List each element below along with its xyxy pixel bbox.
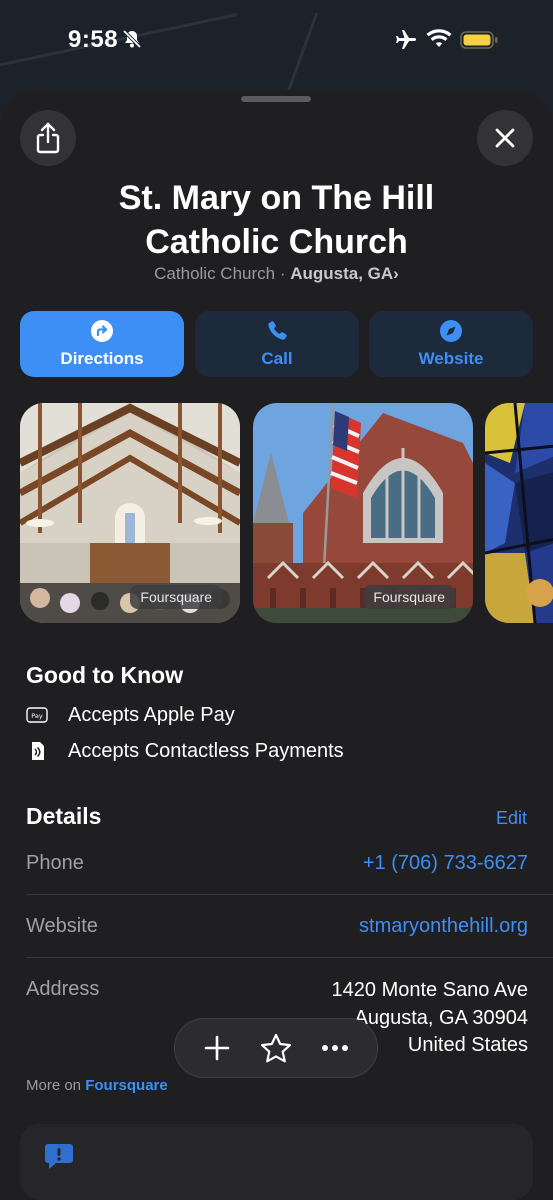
- photo-church-interior[interactable]: Foursquare: [20, 403, 240, 623]
- feedback-icon: [45, 1144, 73, 1169]
- website-link[interactable]: stmaryonthehill.org: [359, 915, 528, 938]
- favorite-button[interactable]: [258, 1030, 294, 1066]
- chevron-right-icon: ›: [393, 264, 399, 283]
- star-icon: [260, 1033, 292, 1063]
- website-row-label: Website: [26, 915, 98, 937]
- address-line1: 1420 Monte Sano Ave: [331, 979, 528, 1001]
- sheet-grabber[interactable]: [241, 96, 311, 102]
- status-time: 9:58: [68, 26, 119, 53]
- plus-icon: [204, 1035, 229, 1061]
- website-button[interactable]: Website: [369, 311, 533, 377]
- good-to-know-label: Accepts Contactless Payments: [68, 739, 344, 762]
- apple-pay-icon: Pay: [26, 704, 48, 726]
- phone-link[interactable]: +1 (706) 733-6627: [363, 852, 528, 875]
- good-to-know-item: Pay Accepts Apple Pay: [26, 702, 235, 728]
- airplane-icon: [396, 30, 416, 49]
- more-on-foursquare-link[interactable]: Foursquare: [85, 1077, 168, 1094]
- share-button[interactable]: [20, 110, 76, 166]
- bell-slash-icon: [122, 29, 142, 49]
- place-title: St. Mary on The Hill Catholic Church: [0, 176, 553, 264]
- more-on-prefix: More on: [26, 1077, 86, 1094]
- call-button[interactable]: Call: [195, 311, 359, 377]
- contactless-icon: [26, 740, 48, 762]
- place-location-link[interactable]: Augusta, GA›: [290, 264, 399, 283]
- place-category: Catholic Church: [154, 264, 276, 283]
- place-title-line2: Catholic Church: [145, 223, 408, 261]
- more-on-source: More on Foursquare: [26, 1077, 168, 1094]
- floating-toolbar: [174, 1018, 378, 1078]
- directions-button[interactable]: Directions: [20, 311, 184, 377]
- photo-church-exterior[interactable]: Foursquare: [253, 403, 473, 623]
- photo-stained-glass[interactable]: [485, 403, 553, 623]
- good-to-know-title: Good to Know: [26, 662, 184, 688]
- action-buttons: Directions Call Website: [20, 311, 533, 377]
- wifi-icon: [426, 29, 452, 47]
- phone-label: Phone: [26, 852, 84, 874]
- svg-text:Pay: Pay: [31, 712, 43, 720]
- divider: [26, 957, 553, 958]
- photo-source-badge: Foursquare: [130, 585, 222, 609]
- status-bar: 9:58: [0, 0, 553, 84]
- battery-icon: [460, 31, 498, 49]
- place-location: Augusta, GA: [290, 264, 394, 283]
- close-icon: [495, 128, 515, 148]
- photo-source-badge: Foursquare: [363, 585, 455, 609]
- address-label: Address: [26, 978, 100, 1000]
- divider: [26, 894, 553, 895]
- call-label: Call: [261, 349, 293, 368]
- place-subtitle: Catholic Church · Augusta, GA›: [0, 264, 553, 284]
- phone-icon: [268, 321, 287, 340]
- subtitle-separator: ·: [275, 264, 291, 283]
- good-to-know-label: Accepts Apple Pay: [68, 703, 235, 726]
- details-title: Details: [26, 803, 102, 829]
- edit-details-button[interactable]: Edit: [496, 808, 527, 829]
- share-icon: [36, 122, 60, 154]
- report-issue-card[interactable]: [20, 1124, 533, 1200]
- good-to-know-item: Accepts Contactless Payments: [26, 738, 344, 764]
- website-label: Website: [418, 349, 484, 368]
- directions-label: Directions: [60, 349, 144, 368]
- more-button[interactable]: [317, 1030, 353, 1066]
- compass-icon: [440, 320, 462, 342]
- add-button[interactable]: [199, 1030, 235, 1066]
- directions-icon: [91, 320, 113, 342]
- stained-glass-image: [485, 403, 553, 623]
- close-button[interactable]: [477, 110, 533, 166]
- photo-carousel[interactable]: Foursquare Foursquare: [20, 403, 553, 623]
- more-icon: [322, 1045, 349, 1051]
- place-title-line1: St. Mary on The Hill: [118, 179, 435, 217]
